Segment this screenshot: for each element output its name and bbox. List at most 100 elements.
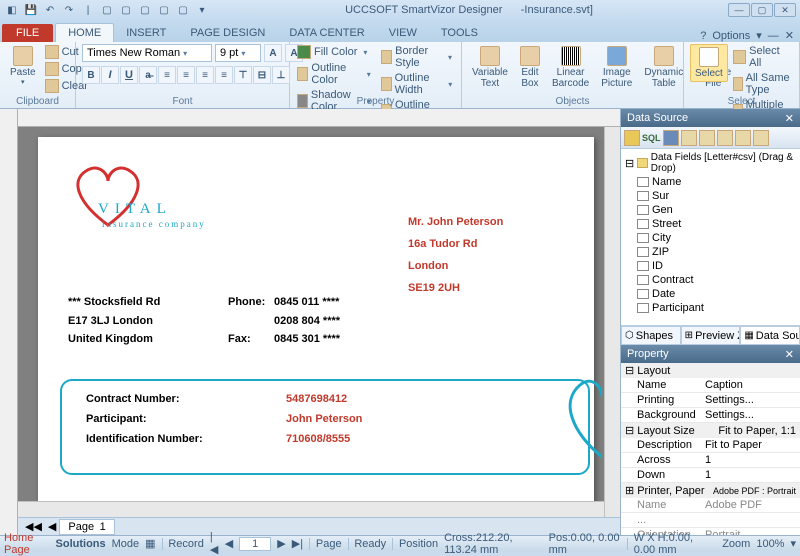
- italic-button[interactable]: I: [101, 66, 119, 84]
- qat-btn[interactable]: ▢: [156, 2, 172, 18]
- tree-field[interactable]: Gen: [623, 203, 798, 217]
- prop-category[interactable]: ⊟ Layout SizeFit to Paper, 1:1: [621, 423, 800, 438]
- refresh-icon[interactable]: [681, 130, 697, 146]
- field-tree[interactable]: ⊟ Data Fields [Letter#csv] (Drag & Drop)…: [621, 149, 800, 325]
- qat-btn[interactable]: ▢: [137, 2, 153, 18]
- close-panel-icon[interactable]: ✕: [785, 348, 794, 361]
- strike-button[interactable]: a̶: [139, 66, 157, 84]
- page-tab[interactable]: Page 1: [59, 519, 114, 535]
- recipient-address: Mr. John Peterson16a Tudor RdLondonSE19 …: [408, 211, 503, 299]
- nav-prev-icon[interactable]: ◀: [225, 537, 233, 550]
- record-number[interactable]: 1: [239, 537, 271, 551]
- font-size-combo[interactable]: 9 pt▾: [215, 44, 261, 62]
- tree-field[interactable]: City: [623, 231, 798, 245]
- underline-button[interactable]: U: [120, 66, 138, 84]
- document-page[interactable]: VITAL insurance company *** Stocksfield …: [38, 137, 594, 529]
- select-all-button[interactable]: Select All: [732, 44, 793, 70]
- bold-button[interactable]: B: [82, 66, 100, 84]
- prop-category[interactable]: ⊟ Layout: [621, 363, 800, 378]
- same-type-button[interactable]: All Same Type: [732, 71, 793, 97]
- tab-data-center[interactable]: DATA CENTER: [277, 24, 376, 42]
- tree-field[interactable]: Street: [623, 217, 798, 231]
- vertical-scrollbar[interactable]: [604, 127, 620, 517]
- close-button[interactable]: ✕: [774, 3, 796, 17]
- valign-top-icon[interactable]: ⊤: [234, 66, 252, 84]
- grow-font-icon[interactable]: A: [264, 44, 282, 62]
- qat-btn[interactable]: ▾: [194, 2, 210, 18]
- help-icon[interactable]: ?: [700, 30, 706, 42]
- tab-datasource[interactable]: ▦ Data Source: [740, 326, 800, 345]
- tree-field[interactable]: ID: [623, 259, 798, 273]
- qat-btn[interactable]: ▢: [118, 2, 134, 18]
- mode-icon[interactable]: ▦: [145, 537, 155, 550]
- canvas[interactable]: VITAL insurance company *** Stocksfield …: [18, 109, 620, 535]
- barcode-button[interactable]: Linear Barcode: [548, 44, 593, 91]
- tool-icon[interactable]: [699, 130, 715, 146]
- tree-field[interactable]: ZIP: [623, 245, 798, 259]
- phone-labels: Phone: Fax:: [228, 293, 265, 349]
- dyn-table-button[interactable]: Dynamic Table: [640, 44, 687, 91]
- border-style-button[interactable]: Border Style▾: [380, 44, 455, 70]
- nav-next-icon[interactable]: ▶: [277, 537, 285, 550]
- horizontal-scrollbar[interactable]: [18, 501, 604, 517]
- image-button[interactable]: Image Picture: [597, 44, 636, 91]
- maximize-button[interactable]: ▢: [751, 3, 773, 17]
- save-icon[interactable]: 💾: [23, 2, 39, 18]
- tree-field[interactable]: Contract: [623, 273, 798, 287]
- prop-category[interactable]: ⊞ Printer, PaperAdobe PDF : Portrait: [621, 483, 800, 498]
- qat-btn[interactable]: ▢: [99, 2, 115, 18]
- valign-mid-icon[interactable]: ⊟: [253, 66, 271, 84]
- chevron-down-icon[interactable]: ▾: [756, 29, 762, 42]
- tab-tools[interactable]: TOOLS: [429, 24, 490, 42]
- tree-field[interactable]: Name: [623, 175, 798, 189]
- tab-shapes[interactable]: ⬡ Shapes: [621, 326, 681, 345]
- close-doc-icon[interactable]: ✕: [785, 29, 794, 42]
- nav-last-icon[interactable]: ▶|: [292, 537, 303, 550]
- solutions-link[interactable]: Solutions: [56, 538, 106, 550]
- qat-btn[interactable]: ▢: [175, 2, 191, 18]
- sql-button[interactable]: SQL: [642, 133, 661, 143]
- zoom-value[interactable]: 100%: [756, 538, 784, 550]
- font-family-combo[interactable]: Times New Roman▾: [82, 44, 212, 62]
- outline-width-button[interactable]: Outline Width▾: [380, 71, 455, 97]
- minimize-ribbon-icon[interactable]: —: [768, 30, 779, 42]
- tab-view[interactable]: VIEW: [377, 24, 429, 42]
- tab-insert[interactable]: INSERT: [114, 24, 178, 42]
- variable-text-button[interactable]: Variable Text: [468, 44, 512, 91]
- align-right-icon[interactable]: ≡: [196, 66, 214, 84]
- tab-page-design[interactable]: PAGE DESIGN: [178, 24, 277, 42]
- close-panel-icon[interactable]: ✕: [785, 112, 794, 125]
- home-page-link[interactable]: Home Page: [4, 532, 50, 556]
- app-icon[interactable]: ◧: [4, 2, 20, 18]
- fill-color-button[interactable]: Fill Color▾: [296, 44, 374, 60]
- tool-icon[interactable]: [735, 130, 751, 146]
- options-link[interactable]: Options: [712, 30, 750, 42]
- db-icon[interactable]: [624, 130, 640, 146]
- redo-icon[interactable]: ↷: [61, 2, 77, 18]
- nav-first-icon[interactable]: |◀: [210, 531, 219, 556]
- tool-icon[interactable]: [717, 130, 733, 146]
- tool-icon[interactable]: [753, 130, 769, 146]
- align-left-icon[interactable]: ≡: [158, 66, 176, 84]
- undo-icon[interactable]: ↶: [42, 2, 58, 18]
- tree-field[interactable]: Date: [623, 287, 798, 301]
- filter-icon[interactable]: [663, 130, 679, 146]
- align-center-icon[interactable]: ≡: [177, 66, 195, 84]
- select-button[interactable]: Select: [690, 44, 728, 82]
- minimize-button[interactable]: —: [728, 3, 750, 17]
- zoom-down-icon[interactable]: ▾: [790, 537, 796, 550]
- tree-root[interactable]: ⊟ Data Fields [Letter#csv] (Drag & Drop): [623, 151, 798, 175]
- title-bar: ◧ 💾 ↶ ↷ | ▢ ▢ ▢ ▢ ▢ ▾ UCCSOFT SmartVizor…: [0, 0, 800, 20]
- file-tab[interactable]: FILE: [2, 24, 53, 42]
- outline-color-button[interactable]: Outline Color▾: [296, 61, 374, 87]
- property-grid[interactable]: ⊟ Layout NameCaption PrintingSettings...…: [621, 363, 800, 535]
- tree-field[interactable]: Sur: [623, 189, 798, 203]
- paste-button[interactable]: Paste▾: [6, 44, 40, 89]
- valign-bot-icon[interactable]: ⊥: [272, 66, 290, 84]
- tree-field[interactable]: Participant: [623, 301, 798, 315]
- tab-preview[interactable]: ⊞ Preview Z...: [681, 326, 741, 345]
- align-justify-icon[interactable]: ≡: [215, 66, 233, 84]
- edit-box-button[interactable]: Edit Box: [516, 44, 544, 91]
- tab-home[interactable]: HOME: [55, 23, 114, 42]
- side-panels: Data Source✕ SQL ⊟ Data Fields [Letter#c…: [620, 109, 800, 535]
